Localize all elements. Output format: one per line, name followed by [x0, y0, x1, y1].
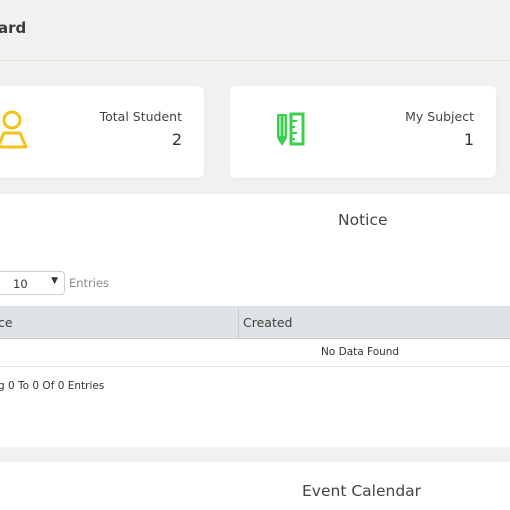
table-row-empty: No Data Found: [0, 339, 510, 367]
total-student-value: 2: [171, 130, 182, 149]
entries-label: Entries: [69, 276, 110, 290]
column-header-notice[interactable]: ce: [0, 315, 13, 330]
ruler-pencil-icon: [275, 112, 307, 152]
notice-title: Notice: [338, 211, 388, 229]
total-student-label: Total Student: [99, 109, 182, 124]
entries-select[interactable]: 10 ▼: [0, 271, 65, 295]
entries-select-value: 10: [13, 277, 28, 291]
student-icon: [0, 109, 40, 157]
no-data-text: No Data Found: [321, 346, 400, 358]
event-calendar-title: Event Calendar: [302, 482, 422, 500]
column-divider: [238, 306, 239, 338]
event-calendar-panel: [0, 462, 510, 510]
total-student-card[interactable]: Total Student 2: [0, 86, 204, 178]
chevron-down-icon: ▼: [51, 276, 58, 286]
table-header: ce Created: [0, 306, 510, 339]
my-subject-label: My Subject: [405, 109, 474, 124]
page-title: ard: [0, 19, 27, 37]
my-subject-card[interactable]: My Subject 1: [230, 86, 496, 178]
entries-control: 10 ▼ Entries: [0, 270, 109, 296]
column-header-created[interactable]: Created: [243, 315, 292, 330]
page-header: ard: [0, 0, 510, 61]
my-subject-value: 1: [463, 130, 474, 149]
pagination-info: g 0 To 0 Of 0 Entries: [0, 380, 105, 392]
